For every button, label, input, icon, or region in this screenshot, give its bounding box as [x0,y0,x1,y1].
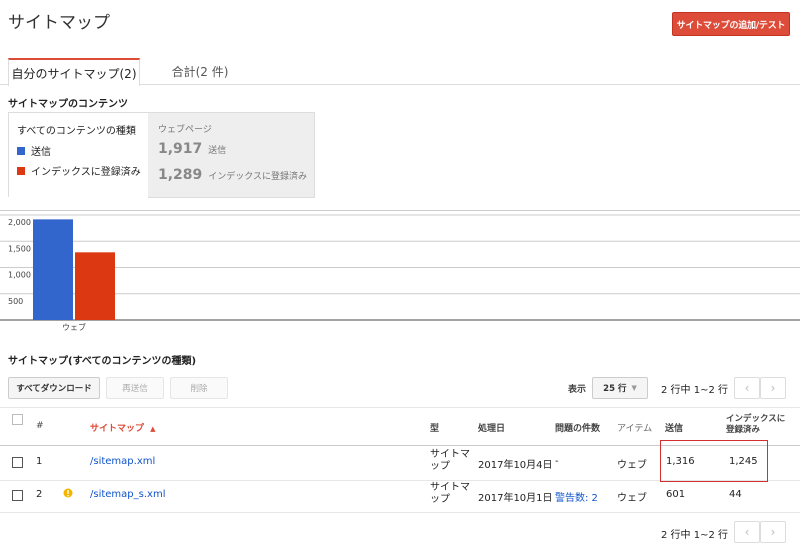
row-1-num: 1 [36,456,43,467]
dropdown-arrow-icon: ▼ [631,384,637,392]
chart-bars [33,219,115,320]
table-top-line [0,407,800,408]
col-header-issues[interactable]: 問題の件数 [555,421,600,434]
legend-item-indexed: インデックスに登録済み [17,163,141,178]
stats-label: ウェブページ [158,125,212,135]
row-1-processed: 2017年10月4日 [478,460,553,471]
row-2-num: 2 [36,489,43,500]
row-1-checkbox[interactable] [12,457,23,468]
col-header-type[interactable]: 型 [430,421,439,434]
row-2-indexed: 44 [729,489,742,500]
warning-icon [63,488,73,498]
row-2-issues-link[interactable]: 警告数: 2 [555,489,598,504]
submitted-swatch [17,146,25,155]
next-page-button-top[interactable]: › [760,377,786,399]
bar-indexed [75,252,115,320]
next-page-button-bottom[interactable]: › [760,521,786,543]
stat-submitted-value: 1,917 [158,141,203,157]
prev-page-button-bottom[interactable]: ‹ [734,521,760,543]
legend-submitted-label: 送信 [31,147,51,158]
chart-grid [0,210,800,321]
legend-item-submitted: 送信 [17,143,51,158]
legend-indexed-label: インデックスに登録済み [31,167,141,178]
chevron-left-icon: ‹ [744,381,750,395]
col-header-items[interactable]: アイテム [617,421,652,434]
legend-heading: すべてのコンテンツの種類 [17,126,136,137]
col-header-submitted[interactable]: 送信 [665,421,683,434]
chevron-left-icon: ‹ [744,525,750,539]
row-2-processed: 2017年10月1日 [478,493,553,504]
row-2-type: サイトマップ [430,482,470,505]
download-all-button[interactable]: すべてダウンロード [8,377,100,399]
stat-submitted: 1,917 送信 [158,141,226,157]
tab-my-sitemaps[interactable]: 自分のサイトマップ(2) [8,58,140,86]
indexed-swatch [17,166,25,175]
y-tick-label: 500 [8,297,23,306]
col-header-sitemap-label: サイトマップ [90,424,145,434]
rows-per-page-value: 25 行 [603,384,627,394]
y-tick-label: 1,500 [8,244,31,253]
stat-indexed-value: 1,289 [158,167,203,183]
resubmit-button[interactable]: 再送信 [106,377,164,399]
col-header-sitemap[interactable]: サイトマップ ▲ [90,421,156,434]
x-tick-label: ウェブ [62,322,86,332]
col-header-indexed[interactable]: インデックスに登録済み [726,414,792,436]
rows-per-page-select[interactable]: 25 行 ▼ [592,377,648,399]
col-header-processed[interactable]: 処理日 [478,421,505,434]
y-tick-label: 1,000 [8,271,31,280]
row-1-items: ウェブ [617,460,647,471]
row-2-divider [0,512,800,513]
row-1-type: サイトマップ [430,449,470,472]
pagination-info-top: 2 行中 1~2 行 [661,385,729,396]
delete-button[interactable]: 削除 [170,377,228,399]
row-2-checkbox[interactable] [12,490,23,501]
stat-submitted-label: 送信 [208,146,227,156]
highlight-annotation-box [660,440,768,482]
row-2-sitemap-link[interactable]: /sitemap_s.xml [90,489,165,500]
add-test-sitemap-button[interactable]: サイトマップの追加/テスト [672,12,790,36]
list-section-title: サイトマップ(すべてのコンテンツの種類) [8,356,197,367]
show-label: 表示 [568,385,587,395]
col-header-num: # [36,421,44,431]
row-1-sitemap-link[interactable]: /sitemap.xml [90,456,155,467]
pagination-info-bottom: 2 行中 1~2 行 [661,530,729,541]
legend-panel[interactable]: すべてのコンテンツの種類 送信 インデックスに登録済み [8,112,149,197]
row-1-issues: - [555,456,559,467]
stat-indexed-label: インデックスに登録済み [208,172,308,182]
row-2-submitted: 601 [666,489,686,500]
page-title: サイトマップ [8,13,110,33]
chevron-right-icon: › [770,381,776,395]
web-pages-stats-panel[interactable]: ウェブページ 1,917 送信 1,289 インデックスに登録済み [148,112,315,198]
prev-page-button-top[interactable]: ‹ [734,377,760,399]
y-tick-label: 2,000 [8,218,31,227]
sitemap-content-chart: 2,000 1,500 1,000 500 ウェブ [0,210,800,332]
select-all-checkbox[interactable] [12,414,23,425]
bar-submitted [33,219,73,320]
contents-section-title: サイトマップのコンテンツ [8,99,128,110]
tab-all-sitemaps[interactable]: 合計(2 件) [150,58,250,84]
stat-indexed: 1,289 インデックスに登録済み [158,167,307,183]
row-2-items: ウェブ [617,493,647,504]
chevron-right-icon: › [770,525,776,539]
sort-asc-icon: ▲ [150,425,156,433]
